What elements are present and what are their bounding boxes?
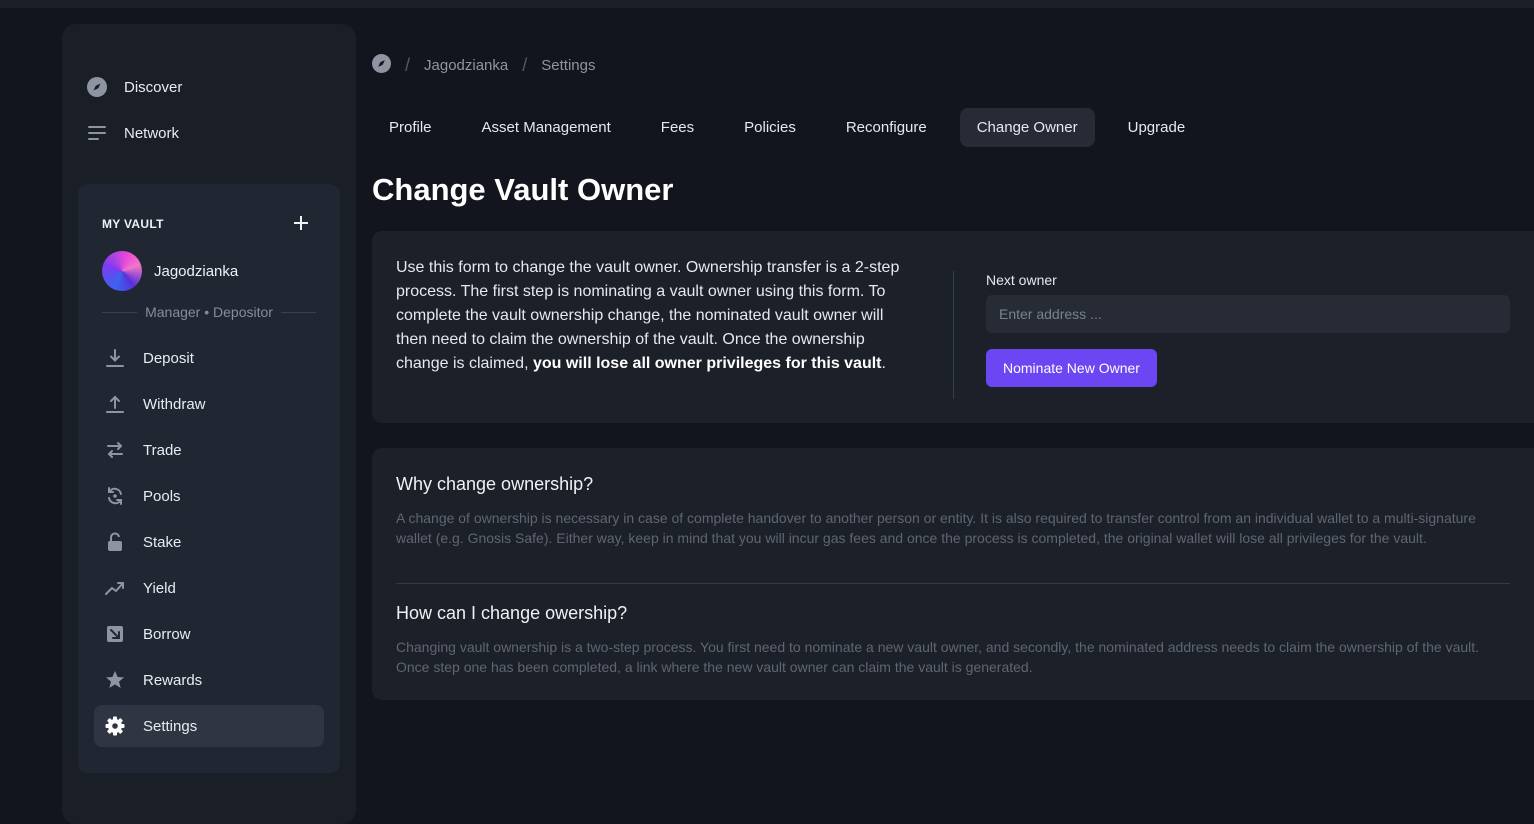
compass-icon (86, 76, 108, 98)
menu-item-label: Trade (143, 441, 182, 459)
nominate-new-owner-button[interactable]: Nominate New Owner (986, 349, 1157, 387)
settings-tabs: Profile Asset Management Fees Policies R… (372, 108, 1218, 147)
tab-change-owner[interactable]: Change Owner (959, 108, 1095, 147)
tab-upgrade[interactable]: Upgrade (1111, 108, 1203, 147)
breadcrumb: / Jagodzianka / Settings (372, 54, 595, 77)
top-bar (0, 0, 1534, 8)
menu-item-deposit[interactable]: Deposit (94, 337, 324, 379)
faq-item: Why change ownership? A change of owners… (396, 474, 1510, 548)
nav-item-network[interactable]: Network (86, 110, 182, 156)
faq-item: How can I change owership? Changing vaul… (396, 603, 1510, 677)
tab-profile[interactable]: Profile (372, 108, 449, 147)
sidebar: Discover Network MY VAULT Jagodzianka Ma… (62, 24, 356, 824)
faq-card: Why change ownership? A change of owners… (372, 448, 1534, 700)
tab-fees[interactable]: Fees (644, 108, 711, 147)
breadcrumb-vault[interactable]: Jagodzianka (424, 57, 508, 74)
breadcrumb-separator: / (405, 55, 411, 75)
divider (953, 271, 954, 399)
nav-item-discover[interactable]: Discover (86, 64, 182, 110)
borrow-icon (104, 623, 126, 645)
vault-menu: Deposit Withdraw Trade Pools Stake Yield… (94, 337, 324, 751)
menu-item-label: Settings (143, 717, 198, 735)
menu-item-withdraw[interactable]: Withdraw (94, 383, 324, 425)
my-vault-panel: MY VAULT Jagodzianka Manager • Depositor… (78, 184, 340, 773)
menu-item-label: Borrow (143, 625, 191, 643)
next-owner-input[interactable] (986, 295, 1510, 333)
menu-item-label: Withdraw (143, 395, 206, 413)
menu-item-label: Deposit (143, 349, 194, 367)
vault-selector[interactable]: Jagodzianka (102, 251, 238, 291)
refresh-icon (104, 485, 126, 507)
upload-icon (104, 393, 126, 415)
tab-policies[interactable]: Policies (727, 108, 813, 147)
menu-item-yield[interactable]: Yield (94, 567, 324, 609)
faq-answer: A change of ownership is necessary in ca… (396, 510, 1476, 546)
menu-item-label: Rewards (143, 671, 203, 689)
next-owner-label: Next owner (986, 272, 1057, 288)
faq-question: How can I change owership? (396, 603, 628, 623)
tab-asset-management[interactable]: Asset Management (465, 108, 628, 147)
roles-text: Manager • Depositor (145, 304, 273, 320)
menu-item-trade[interactable]: Trade (94, 429, 324, 471)
my-vault-heading: MY VAULT (102, 217, 164, 231)
menu-item-label: Pools (143, 487, 181, 505)
menu-item-settings[interactable]: Settings (94, 705, 324, 747)
change-owner-card: Use this form to change the vault owner.… (372, 231, 1534, 423)
description-end: . (881, 355, 886, 372)
star-icon (104, 669, 126, 691)
menu-item-borrow[interactable]: Borrow (94, 613, 324, 655)
nav-item-label: Network (124, 124, 180, 142)
download-icon (104, 347, 126, 369)
page-title: Change Vault Owner (372, 172, 674, 207)
lines-icon (86, 122, 108, 144)
main-nav: Discover Network (86, 64, 182, 156)
nav-item-label: Discover (124, 78, 183, 96)
add-vault-button[interactable] (290, 212, 312, 234)
vault-roles: Manager • Depositor (102, 304, 317, 320)
divider (102, 311, 138, 313)
compass-icon[interactable] (372, 54, 391, 77)
plus-icon (294, 216, 308, 230)
menu-item-rewards[interactable]: Rewards (94, 659, 324, 701)
description-warning: you will lose all owner privileges for t… (532, 355, 882, 372)
vault-name: Jagodzianka (154, 262, 239, 280)
menu-item-pools[interactable]: Pools (94, 475, 324, 517)
breadcrumb-separator: / (522, 55, 528, 75)
divider (396, 583, 1510, 584)
menu-item-label: Stake (143, 533, 182, 551)
menu-item-stake[interactable]: Stake (94, 521, 324, 563)
unlock-icon (104, 531, 126, 553)
faq-question: Why change ownership? (396, 474, 594, 494)
gear-icon (104, 715, 126, 737)
breadcrumb-settings[interactable]: Settings (541, 57, 595, 74)
swap-icon (104, 439, 126, 461)
trending-up-icon (104, 577, 126, 599)
faq-answer: Changing vault ownership is a two-step p… (396, 639, 1480, 675)
vault-avatar (102, 251, 142, 291)
divider (280, 311, 317, 313)
menu-item-label: Yield (143, 579, 176, 597)
form-description: Use this form to change the vault owner.… (396, 256, 911, 376)
tab-reconfigure[interactable]: Reconfigure (829, 108, 944, 147)
